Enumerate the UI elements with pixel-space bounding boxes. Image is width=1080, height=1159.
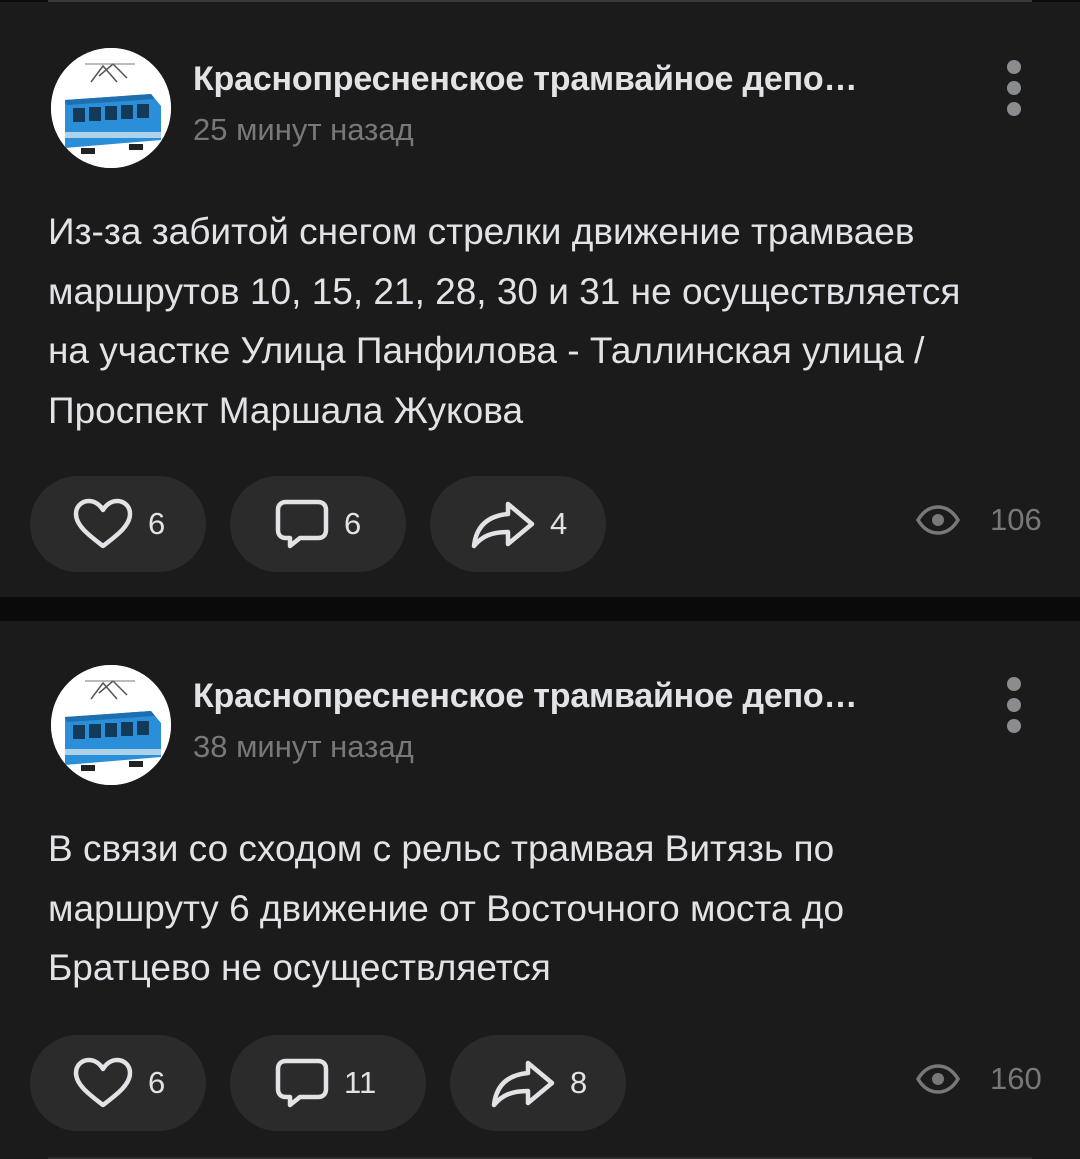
more-vertical-icon[interactable] xyxy=(1003,60,1025,116)
dot xyxy=(1007,719,1021,733)
post-time: 38 минут назад xyxy=(193,729,414,764)
post-text-line: маршруту 6 движение от Восточного моста … xyxy=(48,887,845,929)
dot xyxy=(1007,677,1021,691)
avatar[interactable] xyxy=(51,665,171,785)
dot xyxy=(1007,698,1021,712)
post-text-line: Проспект Маршала Жукова xyxy=(48,389,524,431)
dot xyxy=(1007,102,1021,116)
heart-icon xyxy=(73,498,133,549)
comment-icon xyxy=(275,1058,329,1108)
share-count: 4 xyxy=(550,506,568,541)
post-card: Краснопресненское трамвайное депо… 38 ми… xyxy=(0,621,1080,1159)
share-button[interactable]: 8 xyxy=(450,1035,626,1131)
share-arrow-icon xyxy=(471,501,535,549)
post-text-line: Из-за забитой снегом стрелки движение тр… xyxy=(48,211,915,252)
post-time: 25 минут назад xyxy=(193,112,414,147)
comment-button[interactable]: 11 xyxy=(230,1035,426,1131)
share-count: 8 xyxy=(570,1065,588,1100)
post-text: В связи со сходом с рельс трамвая Витязь… xyxy=(48,819,1038,998)
share-arrow-icon xyxy=(491,1060,555,1108)
post-text-line: на участке Улица Панфилова - Таллинская … xyxy=(48,330,925,371)
eye-icon xyxy=(916,1064,960,1094)
eye-icon xyxy=(916,505,960,535)
dot xyxy=(1007,60,1021,74)
tram-avatar-icon xyxy=(51,665,171,785)
post-text-line: В связи со сходом с рельс трамвая Витязь… xyxy=(48,828,835,869)
comment-count: 6 xyxy=(344,506,362,541)
like-count: 6 xyxy=(148,1065,166,1100)
more-vertical-icon[interactable] xyxy=(1003,677,1025,733)
post-card: Краснопресненское трамвайное депо… 25 ми… xyxy=(0,2,1080,597)
post-author[interactable]: Краснопресненское трамвайное депо… xyxy=(193,677,858,716)
comment-button[interactable]: 6 xyxy=(230,476,406,572)
views: 160 xyxy=(916,1061,1042,1097)
dot xyxy=(1007,81,1021,95)
post-author[interactable]: Краснопресненское трамвайное депо… xyxy=(193,60,858,99)
heart-icon xyxy=(73,1057,133,1108)
like-button[interactable]: 6 xyxy=(30,476,206,572)
views-count: 160 xyxy=(990,1061,1042,1096)
share-button[interactable]: 4 xyxy=(430,476,606,572)
views-count: 106 xyxy=(990,502,1042,537)
like-count: 6 xyxy=(148,506,166,541)
post-text-line: Братцево не осуществляется xyxy=(48,947,551,988)
comment-icon xyxy=(275,499,329,549)
comment-count: 11 xyxy=(344,1065,377,1100)
like-button[interactable]: 6 xyxy=(30,1035,206,1131)
tram-avatar-icon xyxy=(51,48,171,168)
post-text-line: маршрутов 10, 15, 21, 28, 30 и 31 не осу… xyxy=(48,270,961,312)
views: 106 xyxy=(916,502,1042,538)
avatar[interactable] xyxy=(51,48,171,168)
post-text: Из-за забитой снегом стрелки движение тр… xyxy=(48,202,1038,440)
